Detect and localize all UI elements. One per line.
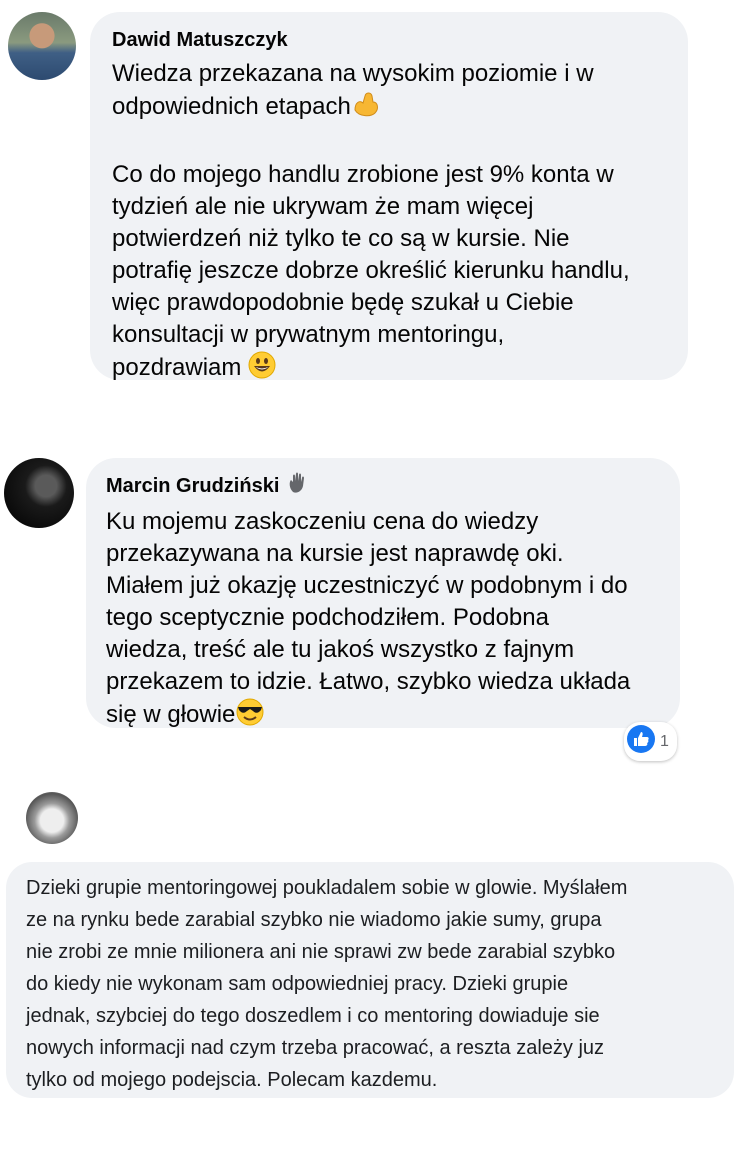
author-name: Marcin Grudziński (106, 475, 280, 497)
reaction-badge[interactable]: 1 (624, 722, 677, 761)
flexed-biceps-icon (351, 90, 381, 127)
avatar[interactable] (8, 12, 76, 80)
reaction-count: 1 (660, 732, 669, 750)
comment-author[interactable]: Marcin Grudziński (106, 472, 664, 500)
like-icon (626, 724, 656, 759)
grinning-face-icon (248, 351, 276, 388)
waving-hand-icon (287, 472, 309, 500)
comment-text: Wiedza przekazana na wysokim poziomie i … (112, 58, 672, 388)
comment-bubble: Dawid Matuszczyk Wiedza przekazana na wy… (90, 12, 688, 381)
comment-text-part: Co do mojego handlu zrobione jest 9% kon… (112, 161, 630, 381)
comment-text-part: Ku mojemu zaskoczeniu cena do wiedzy prz… (106, 508, 631, 728)
comment-bubble: Dzieki grupie mentoringowej poukladalem … (6, 862, 734, 1098)
comment-text: Ku mojemu zaskoczeniu cena do wiedzy prz… (106, 506, 664, 735)
comment-text: Dzieki grupie mentoringowej poukladalem … (26, 877, 628, 1091)
avatar[interactable] (26, 792, 78, 844)
comment-author[interactable]: Dawid Matuszczyk (112, 28, 672, 52)
comment-bubble: Marcin Grudziński Ku mojemu zaskoczeniu … (86, 458, 680, 728)
smiling-face-with-sunglasses-icon (235, 698, 265, 735)
avatar[interactable] (4, 458, 74, 528)
